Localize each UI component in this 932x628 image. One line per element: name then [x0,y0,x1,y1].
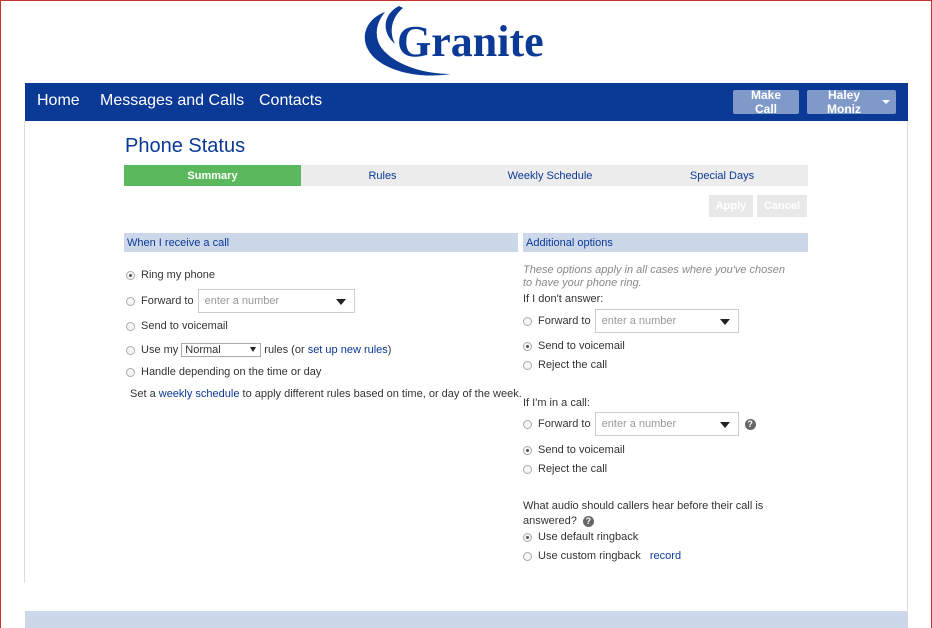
no-answer-forward-radio[interactable] [523,316,532,326]
make-call-button[interactable]: Make Call [733,88,799,116]
setup-new-rules-link[interactable]: set up new rules [308,344,388,356]
forward-number-placeholder: enter a number [204,295,280,307]
nav-messages-and-calls[interactable]: Messages and Calls [100,92,244,110]
ring-phone-option[interactable]: Ring my phone [126,269,215,281]
granite-logo[interactable]: Granite [355,4,585,80]
apply-button[interactable]: Apply [709,195,753,217]
in-call-forward-radio[interactable] [523,419,532,429]
dropdown-arrow-icon [335,299,346,305]
no-answer-voicemail-label: Send to voicemail [538,340,625,352]
rules-suffix: rules (or [264,344,305,356]
window-border-top [0,0,932,1]
handle-time-label: Handle depending on the time or day [141,366,322,378]
tab-special-days[interactable]: Special Days [636,165,808,186]
in-call-reject-option[interactable]: Reject the call [523,463,607,475]
in-call-reject-radio[interactable] [523,464,532,474]
audio-question-line2: answered? ? [523,515,594,527]
rules-select[interactable]: Normal [181,343,262,357]
footer-band [25,611,908,628]
schedule-prefix: Set a [130,388,156,400]
no-answer-voicemail-radio[interactable] [523,341,532,351]
schedule-suffix: to apply different rules based on time, … [242,388,522,400]
cancel-button[interactable]: Cancel [757,195,807,217]
in-call-number-placeholder: enter a number [601,418,677,430]
no-answer-reject-option[interactable]: Reject the call [523,359,607,371]
no-answer-reject-label: Reject the call [538,359,608,371]
use-rules-option[interactable]: Use my Normal rules (or set up new rules… [126,343,391,357]
no-answer-number-placeholder: enter a number [601,315,677,327]
weekly-schedule-link[interactable]: weekly schedule [159,388,240,400]
additional-options-header: Additional options [523,233,808,252]
content-border-left [24,121,25,583]
forward-label: Forward to [141,295,194,307]
content-border-right [907,121,908,611]
user-name: Haley Moniz [827,88,861,116]
page-title: Phone Status [125,135,246,157]
default-ringback-option[interactable]: Use default ringback [523,531,638,543]
tab-bar: Summary Rules Weekly Schedule Special Da… [124,165,808,186]
voicemail-label: Send to voicemail [141,320,228,332]
no-answer-voicemail-option[interactable]: Send to voicemail [523,340,625,352]
in-call-voicemail-option[interactable]: Send to voicemail [523,444,625,456]
tab-rules[interactable]: Rules [301,165,464,186]
no-answer-number-input[interactable]: enter a number [594,309,739,333]
default-ringback-label: Use default ringback [538,531,639,543]
audio-question-answered: answered? [523,515,577,527]
handle-time-option[interactable]: Handle depending on the time or day [126,366,321,378]
voicemail-option[interactable]: Send to voicemail [126,320,228,332]
nav-contacts[interactable]: Contacts [259,92,322,110]
help-icon[interactable]: ? [744,418,756,430]
forward-radio[interactable] [126,296,135,306]
forward-number-input[interactable]: enter a number [197,289,355,313]
in-call-forward-label: Forward to [538,418,591,430]
use-my-label: Use my [141,344,179,356]
in-call-label: If I'm in a call: [523,397,590,409]
tab-weekly-schedule[interactable]: Weekly Schedule [464,165,636,186]
help-icon[interactable]: ? [582,515,594,527]
window-border-left [0,0,1,628]
no-answer-reject-radio[interactable] [523,360,532,370]
close-paren: ) [387,344,392,356]
receive-call-header: When I receive a call [124,233,518,252]
user-menu-button[interactable]: Haley Moniz [807,88,896,116]
voicemail-radio[interactable] [126,321,135,331]
no-answer-label: If I don't answer: [523,293,604,305]
custom-ringback-label: Use custom ringback [538,550,641,562]
nav-home[interactable]: Home [37,92,80,110]
ring-phone-radio[interactable] [126,270,135,280]
custom-ringback-option[interactable]: Use custom ringback record [523,550,681,562]
dropdown-arrow-icon [719,422,730,428]
rules-select-value: Normal [185,344,221,356]
no-answer-forward-label: Forward to [538,315,591,327]
in-call-voicemail-radio[interactable] [523,445,532,455]
top-navbar: Home Messages and Calls Contacts Make Ca… [25,83,908,121]
handle-time-radio[interactable] [126,367,135,377]
select-arrow-icon [250,347,257,352]
in-call-forward-option[interactable]: Forward to enter a number ? [523,412,756,436]
options-note: These options apply in all cases where y… [523,264,785,289]
record-link[interactable]: record [650,550,681,562]
in-call-number-input[interactable]: enter a number [594,412,739,436]
logo-text: Granite [397,17,544,66]
schedule-hint: Set a weekly schedule to apply different… [130,388,522,400]
in-call-voicemail-label: Send to voicemail [538,444,625,456]
no-answer-forward-option[interactable]: Forward to enter a number [523,309,739,333]
custom-ringback-radio[interactable] [523,551,532,561]
use-rules-radio[interactable] [126,345,135,355]
in-call-reject-label: Reject the call [538,463,608,475]
ring-phone-label: Ring my phone [141,269,215,281]
caret-down-icon [882,100,890,104]
tab-summary[interactable]: Summary [124,165,301,186]
forward-option[interactable]: Forward to enter a number [126,289,355,313]
audio-question-line1: What audio should callers hear before th… [523,500,764,512]
default-ringback-radio[interactable] [523,532,532,542]
dropdown-arrow-icon [719,319,730,325]
